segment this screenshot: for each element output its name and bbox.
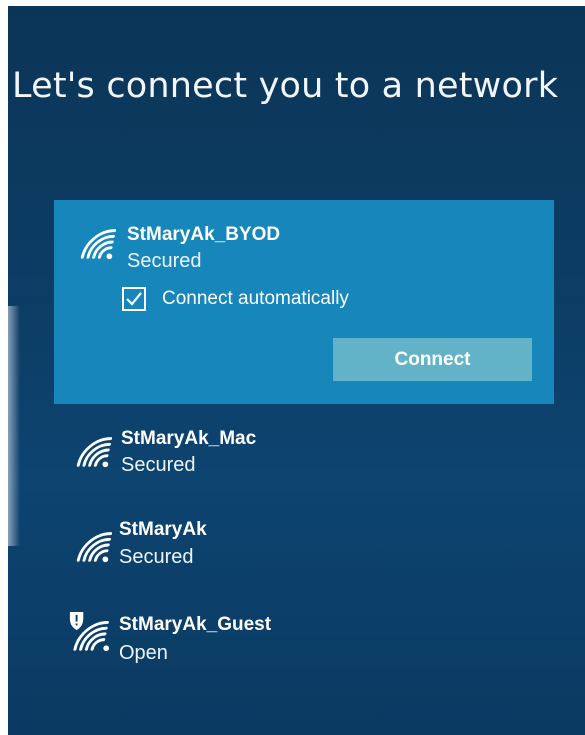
network-status: Secured <box>119 546 194 568</box>
connect-automatically-checkbox[interactable] <box>122 287 146 311</box>
network-name: StMaryAk <box>119 519 207 540</box>
wifi-open-shield-icon <box>69 612 110 652</box>
screen: Let's connect you to a network StMaryAk_… <box>8 6 585 735</box>
wifi-signal-icon <box>76 532 112 563</box>
network-status: Secured <box>127 250 202 272</box>
checkmark-icon <box>126 292 142 306</box>
network-name: StMaryAk_Mac <box>121 428 257 449</box>
network-name: StMaryAk_BYOD <box>127 224 281 245</box>
wifi-signal-icon <box>80 229 116 260</box>
network-status: Open <box>119 642 168 664</box>
wifi-signal-icon <box>76 437 112 468</box>
network-item-mac[interactable]: StMaryAk_Mac Secured <box>8 416 585 486</box>
connect-automatically-label[interactable]: Connect automatically <box>162 288 349 310</box>
page-title: Let's connect you to a network <box>12 66 559 106</box>
network-status: Secured <box>121 454 196 476</box>
network-name: StMaryAk_Guest <box>119 614 272 635</box>
connect-button[interactable]: Connect <box>333 338 532 381</box>
network-item-stmaryak[interactable]: StMaryAk Secured <box>8 511 585 581</box>
network-item-byod[interactable]: StMaryAk_BYOD Secured Connect automatica… <box>54 200 554 404</box>
network-item-guest[interactable]: StMaryAk_Guest Open <box>8 602 585 677</box>
